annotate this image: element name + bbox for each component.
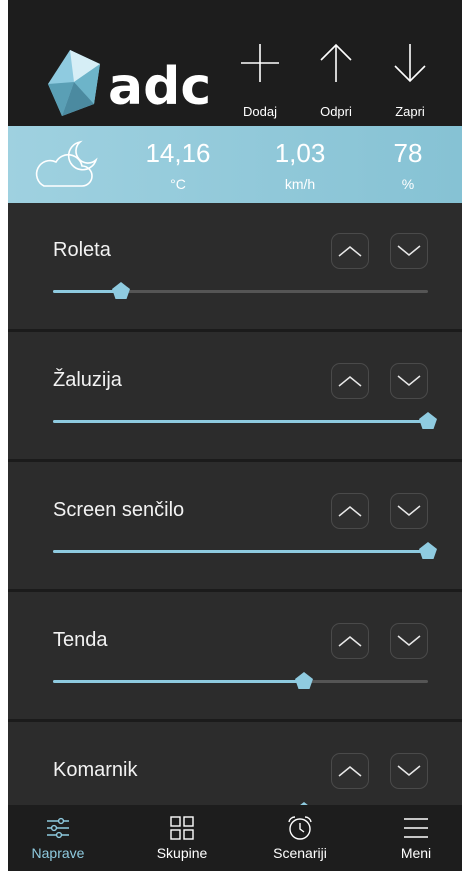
chevron-up-icon [338, 246, 362, 257]
chevron-up-icon [338, 506, 362, 517]
position-slider-fill [53, 420, 428, 423]
nav-groups-label: Skupine [156, 845, 208, 861]
chevron-down-icon [397, 765, 421, 776]
humidity-value: 78 [393, 138, 423, 168]
nav-scenarios-label: Scenariji [273, 845, 327, 861]
device-name: Screen senčilo [53, 499, 185, 521]
app-screen: adc Dodaj Odpri Zapri 14,16 °C 1,03 km/h… [8, 0, 462, 871]
position-slider-thumb[interactable] [294, 671, 314, 691]
add-button-label: Dodaj [243, 104, 277, 119]
device-name: Žaluzija [53, 369, 122, 391]
position-slider-fill [53, 680, 305, 683]
device-name: Tenda [53, 629, 108, 651]
nav-scenarios[interactable]: Scenariji [250, 805, 350, 871]
arrow-up-icon [320, 43, 352, 82]
position-slider-thumb[interactable] [418, 541, 438, 561]
wind-unit: km/h [284, 176, 316, 192]
device-up-button[interactable] [331, 493, 369, 529]
position-slider-track[interactable] [53, 672, 428, 689]
position-slider-fill [53, 550, 428, 553]
grid-icon [170, 816, 194, 840]
nav-menu[interactable]: Meni [366, 805, 462, 871]
arrow-down-icon [394, 44, 426, 83]
adc-logo: adc [48, 50, 211, 117]
device-up-button[interactable] [331, 753, 369, 789]
chevron-down-icon [397, 375, 421, 386]
nav-groups[interactable]: Skupine [132, 805, 232, 871]
device-down-button[interactable] [390, 493, 428, 529]
device-up-button[interactable] [331, 363, 369, 399]
chevron-down-icon [397, 635, 421, 646]
wind-value: 1,03 [274, 138, 326, 168]
close-button-label: Zapri [395, 104, 425, 119]
alarm-clock-icon [288, 816, 312, 840]
temperature-value: 14,16 [145, 138, 211, 168]
device-row: Screen senčilo [8, 465, 462, 592]
app-header: adc Dodaj Odpri Zapri [8, 0, 462, 126]
device-down-button[interactable] [390, 623, 428, 659]
device-name: Komarnik [53, 759, 138, 781]
position-slider-thumb[interactable] [111, 281, 131, 301]
sliders-icon [47, 817, 69, 839]
chevron-up-icon [338, 376, 362, 387]
temperature-unit: °C [170, 176, 186, 192]
device-up-button[interactable] [331, 233, 369, 269]
chevron-down-icon [397, 245, 421, 256]
chevron-up-icon [338, 636, 362, 647]
plus-icon [241, 44, 279, 82]
position-slider-thumb[interactable] [418, 411, 438, 431]
add-button[interactable]: Dodaj [230, 40, 290, 120]
nav-devices-label: Naprave [31, 845, 85, 861]
position-slider-track[interactable] [53, 282, 428, 299]
position-slider-track[interactable] [53, 412, 437, 429]
bottom-navigation: Naprave Skupine Scenariji Meni [8, 805, 462, 871]
device-row: Tenda [8, 595, 462, 722]
device-down-button[interactable] [390, 753, 428, 789]
device-down-button[interactable] [390, 363, 428, 399]
chevron-down-icon [397, 505, 421, 516]
nav-menu-label: Meni [400, 845, 432, 861]
weather-bar: 14,16 °C 1,03 km/h 78 % [8, 126, 462, 203]
chevron-up-icon [338, 766, 362, 777]
nav-devices[interactable]: Naprave [8, 805, 108, 871]
open-button-label: Odpri [320, 104, 352, 119]
open-button[interactable]: Odpri [306, 40, 366, 120]
device-up-button[interactable] [331, 623, 369, 659]
svg-text:adc: adc [108, 57, 211, 117]
device-down-button[interactable] [390, 233, 428, 269]
cloud-moon-icon [35, 140, 98, 187]
menu-icon [404, 818, 428, 838]
device-name: Roleta [53, 239, 111, 261]
close-button[interactable]: Zapri [380, 40, 440, 120]
device-row: Žaluzija [8, 335, 462, 462]
humidity-unit: % [401, 176, 415, 192]
device-row: Roleta [8, 205, 462, 332]
position-slider-track[interactable] [53, 542, 437, 559]
